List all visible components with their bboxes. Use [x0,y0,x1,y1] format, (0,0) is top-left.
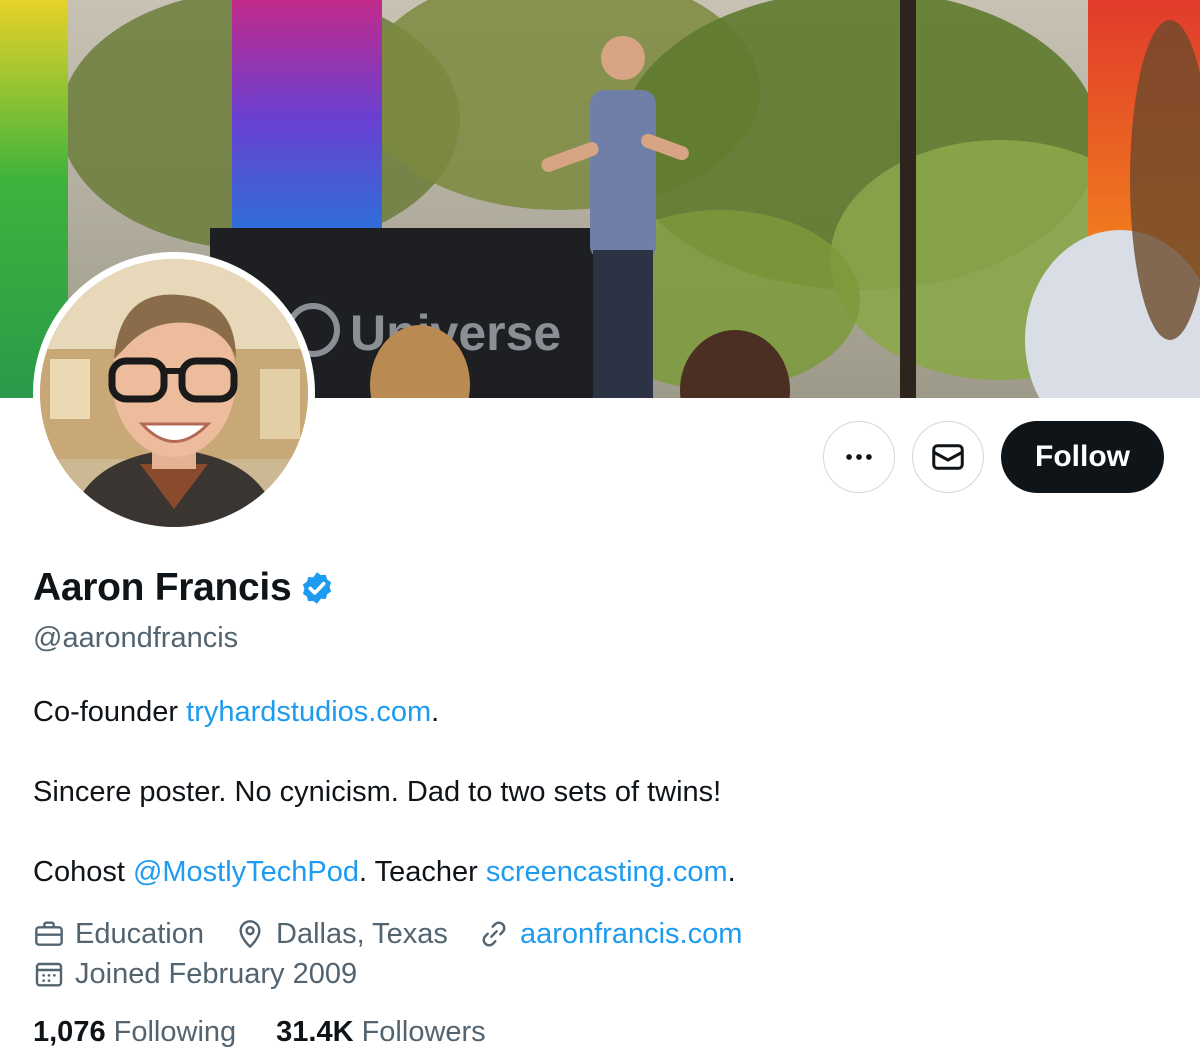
meta-location: Dallas, Texas [234,918,448,951]
meta-joined-text: Joined February 2009 [75,957,358,990]
bio-text: Cohost [33,856,133,888]
avatar-photo [40,259,308,527]
bio-line: Sincere poster. No cynicism. Dad to two … [33,776,722,808]
followers-link[interactable]: 31.4K Followers [276,1016,486,1049]
meta-joined: Joined February 2009 [33,958,357,991]
verified-badge-icon[interactable] [299,570,335,606]
profile-name-row: Aaron Francis [33,566,335,610]
followers-label: Followers [361,1016,486,1048]
bio-link-tryhardstudios[interactable]: tryhardstudios.com [186,696,431,728]
more-options-button[interactable] [823,421,896,493]
meta-category-text: Education [75,917,204,950]
calendar-icon [35,962,63,987]
profile-bio: Co-founder tryhardstudios.com. Sincere p… [33,692,1133,892]
meta-row: Joined February 2009 [33,954,772,994]
profile-actions: Follow [823,421,1164,493]
profile-avatar[interactable] [33,252,315,534]
profile-name: Aaron Francis [33,566,292,609]
profile-handle: @aarondfrancis [33,622,239,654]
bio-line: Cohost @MostlyTechPod. Teacher screencas… [33,852,1133,892]
bio-text: . [431,696,440,728]
bio-line: Co-founder tryhardstudios.com. [33,692,1133,732]
envelope-icon [932,444,964,470]
profile-meta: Education Dallas, Texas aaronfrancis.com [33,914,772,994]
meta-location-text: Dallas, Texas [276,917,448,950]
bio-text: . Teacher [359,856,486,888]
more-horizontal-icon [846,454,872,460]
following-label: Following [113,1016,237,1048]
briefcase-icon [35,921,63,946]
following-count: 1,076 [33,1016,106,1048]
profile-stats: 1,076 Following 31.4K Followers [33,1016,486,1049]
followers-count: 31.4K [276,1016,354,1048]
following-link[interactable]: 1,076 Following [33,1016,236,1049]
bio-mention-mostlytechpod[interactable]: @MostlyTechPod [133,856,359,888]
link-icon [482,921,506,947]
bio-link-screencasting[interactable]: screencasting.com [486,856,728,888]
meta-category: Education [33,918,204,951]
meta-row: Education Dallas, Texas aaronfrancis.com [33,914,772,954]
bio-text: Co-founder [33,696,187,728]
meta-website-link[interactable]: aaronfrancis.com [520,918,742,951]
location-pin-icon [239,920,261,949]
bio-text: . [727,856,736,888]
meta-website[interactable]: aaronfrancis.com [478,918,742,951]
follow-button[interactable]: Follow [1001,421,1164,493]
message-button[interactable] [912,421,985,493]
